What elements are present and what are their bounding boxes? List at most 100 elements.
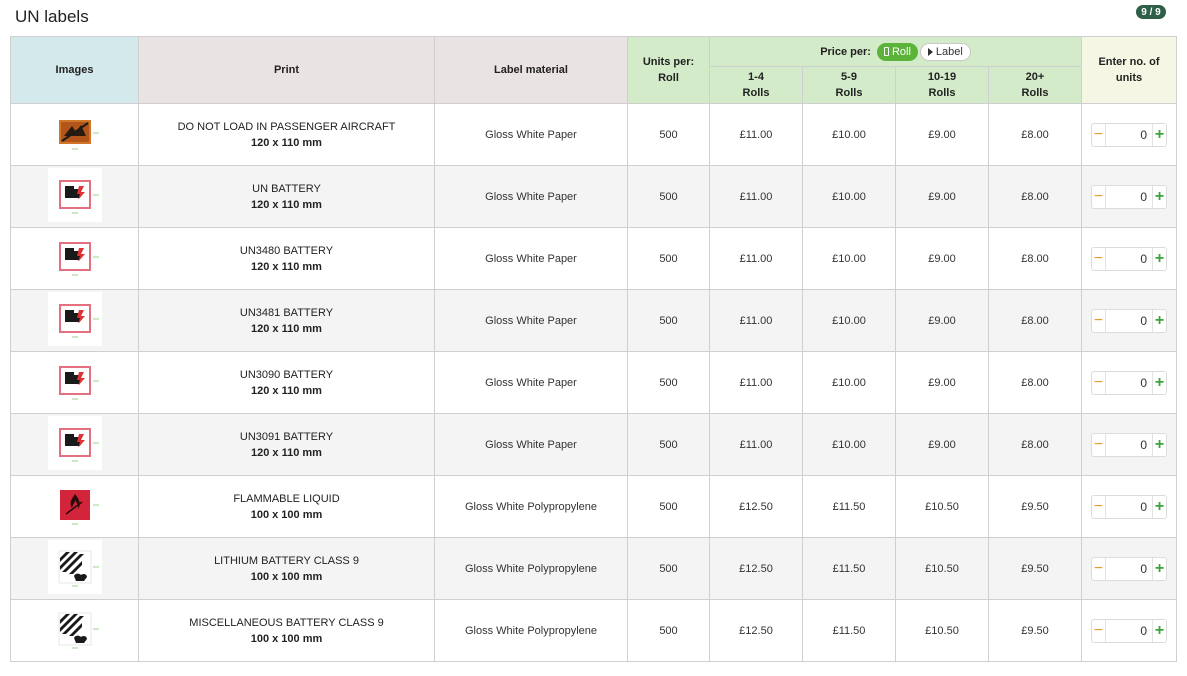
table-row: UN3090 BATTERY 120 x 110 mm Gloss White Pa…: [10, 351, 1177, 414]
price-cell: £11.00: [709, 165, 803, 228]
image-cell: [10, 475, 139, 538]
price-cell: £11.50: [802, 599, 896, 662]
battery-label-icon[interactable]: [47, 292, 102, 346]
increment-button[interactable]: +: [1152, 123, 1166, 146]
quantity-input[interactable]: [1106, 619, 1152, 642]
decrement-button[interactable]: −: [1092, 247, 1106, 270]
quantity-input[interactable]: [1106, 495, 1152, 518]
product-name: UN BATTERY: [252, 182, 321, 195]
decrement-button[interactable]: −: [1092, 557, 1106, 580]
price-cell: £12.50: [709, 599, 803, 662]
quantity-input[interactable]: [1106, 123, 1152, 146]
quantity-stepper: −+: [1091, 370, 1167, 395]
quantity-stepper: −+: [1091, 494, 1167, 519]
increment-button[interactable]: +: [1152, 371, 1166, 394]
column-header-print: Print: [138, 36, 435, 104]
band-range: 1-4: [748, 71, 764, 83]
units-cell: 500: [627, 413, 710, 476]
enter-header-line2: units: [1115, 72, 1143, 84]
units-cell: 500: [627, 165, 710, 228]
price-cell: £8.00: [988, 289, 1082, 352]
increment-button[interactable]: +: [1152, 185, 1166, 208]
band-unit: Rolls: [1021, 87, 1049, 99]
increment-button[interactable]: +: [1152, 433, 1166, 456]
units-header-line2: Roll: [658, 72, 679, 84]
decrement-button[interactable]: −: [1092, 309, 1106, 332]
orange-warning-icon[interactable]: [47, 106, 102, 160]
result-count-badge: 9 / 9: [1136, 5, 1166, 19]
column-header-band: 1-4 Rolls: [709, 66, 803, 104]
print-cell: DO NOT LOAD IN PASSENGER AIRCRAFT 120 x 1…: [138, 103, 435, 166]
class9-diamond-icon[interactable]: [47, 540, 102, 594]
price-cell: £10.00: [802, 103, 896, 166]
band-unit: Rolls: [742, 87, 770, 99]
table-row: FLAMMABLE LIQUID 100 x 100 mm Gloss White …: [10, 475, 1177, 538]
price-cell: £8.00: [988, 413, 1082, 476]
price-cell: £10.50: [895, 537, 989, 600]
decrement-button[interactable]: −: [1092, 433, 1106, 456]
quantity-cell: −+: [1081, 289, 1177, 352]
decrement-button[interactable]: −: [1092, 619, 1106, 642]
increment-button[interactable]: +: [1152, 247, 1166, 270]
increment-button[interactable]: +: [1152, 557, 1166, 580]
price-cell: £8.00: [988, 227, 1082, 290]
price-cell: £8.00: [988, 165, 1082, 228]
print-cell: LITHIUM BATTERY CLASS 9 100 x 100 mm: [138, 537, 435, 600]
quantity-stepper: −+: [1091, 432, 1167, 457]
image-cell: [10, 289, 139, 352]
column-header-price-per: Price per: Roll Label: [709, 36, 1082, 67]
toggle-roll-label: Roll: [891, 45, 911, 58]
print-cell: UN3090 BATTERY 120 x 110 mm: [138, 351, 435, 414]
units-header-line1: Units per:: [642, 56, 695, 68]
material-cell: Gloss White Paper: [434, 103, 628, 166]
quantity-cell: −+: [1081, 103, 1177, 166]
material-cell: Gloss White Polypropylene: [434, 599, 628, 662]
flammable-diamond-icon[interactable]: [47, 478, 102, 532]
toggle-label-button[interactable]: Label: [919, 42, 971, 61]
price-cell: £11.50: [802, 475, 896, 538]
price-cell: £12.50: [709, 475, 803, 538]
quantity-input[interactable]: [1106, 247, 1152, 270]
class9-diamond-icon[interactable]: [47, 602, 102, 656]
quantity-stepper: −+: [1091, 184, 1167, 209]
quantity-input[interactable]: [1106, 433, 1152, 456]
toggle-roll-button[interactable]: Roll: [876, 42, 918, 61]
units-cell: 500: [627, 599, 710, 662]
table-row: UN3091 BATTERY 120 x 110 mm Gloss White Pa…: [10, 413, 1177, 476]
increment-button[interactable]: +: [1152, 619, 1166, 642]
enter-header-line1: Enter no. of: [1098, 56, 1160, 68]
battery-label-icon[interactable]: [47, 230, 102, 284]
product-size: 120 x 110 mm: [251, 446, 322, 459]
material-cell: Gloss White Paper: [434, 227, 628, 290]
image-cell: [10, 165, 139, 228]
battery-label-icon[interactable]: [47, 354, 102, 408]
decrement-button[interactable]: −: [1092, 185, 1106, 208]
material-cell: Gloss White Paper: [434, 289, 628, 352]
quantity-input[interactable]: [1106, 309, 1152, 332]
quantity-input[interactable]: [1106, 371, 1152, 394]
increment-button[interactable]: +: [1152, 495, 1166, 518]
material-cell: Gloss White Polypropylene: [434, 475, 628, 538]
price-cell: £10.00: [802, 289, 896, 352]
quantity-cell: −+: [1081, 599, 1177, 662]
increment-button[interactable]: +: [1152, 309, 1166, 332]
product-table: Images Print Label material Units per: R…: [10, 36, 1177, 662]
price-cell: £9.00: [895, 351, 989, 414]
decrement-button[interactable]: −: [1092, 123, 1106, 146]
image-cell: [10, 351, 139, 414]
image-cell: [10, 227, 139, 290]
quantity-input[interactable]: [1106, 557, 1152, 580]
decrement-button[interactable]: −: [1092, 371, 1106, 394]
decrement-button[interactable]: −: [1092, 495, 1106, 518]
product-name: DO NOT LOAD IN PASSENGER AIRCRAFT: [177, 120, 396, 133]
print-cell: MISCELLANEOUS BATTERY CLASS 9 100 x 100 m…: [138, 599, 435, 662]
quantity-input[interactable]: [1106, 185, 1152, 208]
product-size: 100 x 100 mm: [250, 508, 323, 521]
band-range: 5-9: [841, 71, 857, 83]
image-cell: [10, 413, 139, 476]
battery-label-icon[interactable]: [47, 416, 102, 470]
battery-label-icon[interactable]: [47, 168, 102, 222]
quantity-cell: −+: [1081, 537, 1177, 600]
price-cell: £11.00: [709, 103, 803, 166]
band-unit: Rolls: [835, 87, 863, 99]
